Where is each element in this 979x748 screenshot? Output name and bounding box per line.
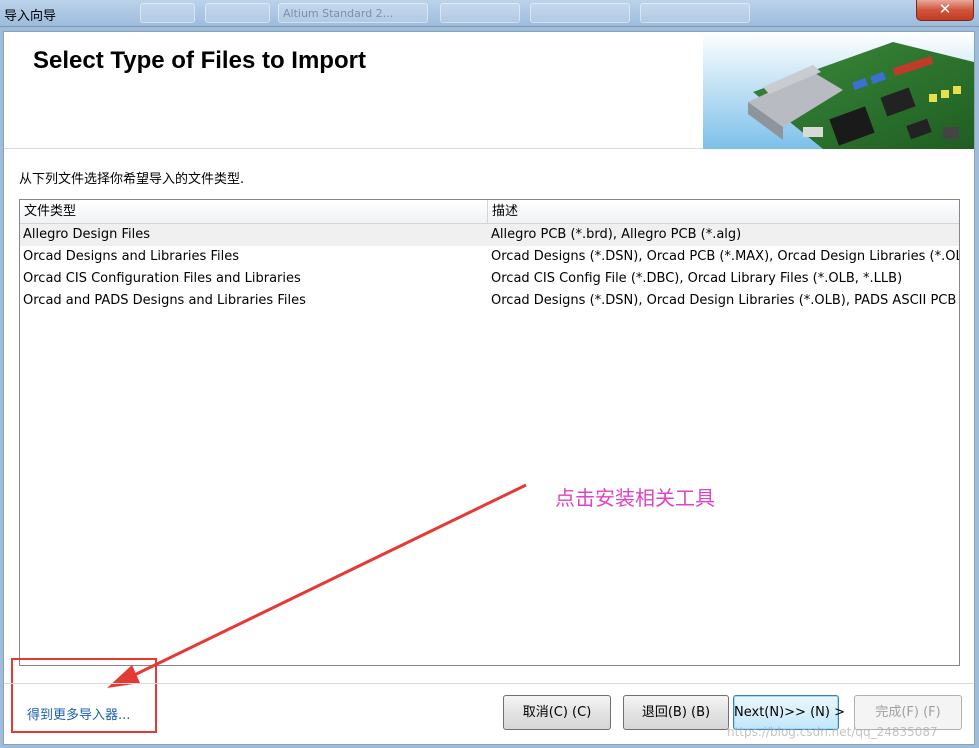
background-toolbar-item [640,3,750,23]
background-toolbar-text: Altium Standard 2... [283,7,394,20]
description-cell: Allegro PCB (*.brd), Allegro PCB (*.alg) [491,227,742,242]
close-button[interactable]: ✕ [916,0,974,21]
file-type-cell: Allegro Design Files [23,227,151,242]
pcb-board-image [703,32,974,149]
file-type-cell: Orcad CIS Configuration Files and Librar… [23,271,301,286]
back-button[interactable]: 退回(B) (B) [623,695,729,730]
list-row[interactable]: Orcad and PADS Designs and Libraries Fil… [20,290,959,312]
description-cell: Orcad CIS Config File (*.DBC), Orcad Lib… [491,271,903,286]
cancel-button[interactable]: 取消(C) (C) [503,695,611,730]
column-header-description[interactable]: 描述 [488,200,959,224]
close-icon: ✕ [938,0,952,18]
dialog-client-area: Select Type of Files to Import 从下列文件选择你希… [3,31,975,745]
dialog-frame: Select Type of Files to Import 从下列文件选择你希… [0,27,979,748]
wizard-header: Select Type of Files to Import [4,32,974,149]
background-toolbar-item [530,3,630,23]
annotation-label: 点击安装相关工具 [555,486,715,510]
description-cell: Orcad Designs (*.DSN), Orcad PCB (*.MAX)… [491,249,959,264]
watermark: https://blog.csdn.net/qq_24835087 [727,725,938,739]
background-toolbar-item [205,3,270,23]
window-title: 导入向导 [4,9,57,24]
list-row[interactable]: Orcad CIS Configuration Files and Librar… [20,268,959,290]
get-more-importers-link[interactable]: 得到更多导入器... [27,704,130,723]
list-header: 文件类型 描述 [20,200,959,224]
column-header-file-type[interactable]: 文件类型 [20,200,487,224]
list-row[interactable]: Allegro Design Files Allegro PCB (*.brd)… [20,224,959,246]
file-type-cell: Orcad Designs and Libraries Files [23,249,239,264]
instruction-text: 从下列文件选择你希望导入的文件类型. [19,172,245,187]
file-type-list[interactable]: 文件类型 描述 Allegro Design Files Allegro PCB… [19,199,960,666]
background-toolbar-item [440,3,520,23]
title-bar: 导入向导 Altium Standard 2... ✕ [0,0,979,27]
footer-divider [4,683,974,684]
description-cell: Orcad Designs (*.DSN), Orcad Design Libr… [491,293,959,308]
file-type-cell: Orcad and PADS Designs and Libraries Fil… [23,293,306,308]
page-title: Select Type of Files to Import [33,47,366,74]
list-row[interactable]: Orcad Designs and Libraries Files Orcad … [20,246,959,268]
background-toolbar-item [140,3,195,23]
